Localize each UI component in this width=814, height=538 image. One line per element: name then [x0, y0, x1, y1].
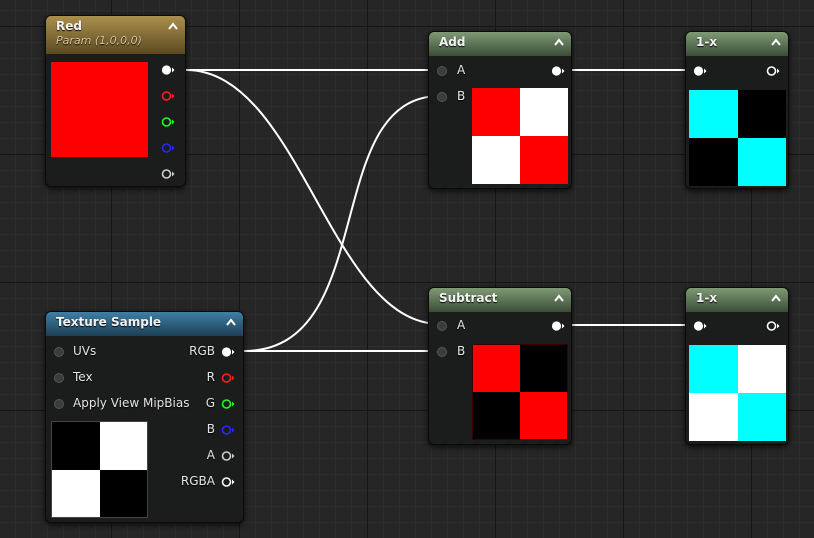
node-header[interactable]: Add: [429, 32, 571, 56]
output-pin-a[interactable]: [221, 450, 235, 462]
node-title: Texture Sample: [56, 315, 162, 329]
node-add[interactable]: Add A B: [428, 31, 572, 189]
input-label-a: A: [457, 318, 466, 332]
input-pin[interactable]: [693, 65, 707, 77]
preview-cell: [473, 345, 520, 392]
one-minus-preview: [689, 90, 786, 186]
chevron-up-icon[interactable]: [224, 315, 238, 329]
preview-cell: [520, 136, 568, 184]
output-pin-b[interactable]: [221, 424, 235, 436]
output-pin-a[interactable]: [161, 168, 175, 180]
add-preview: [472, 88, 568, 184]
node-texture-sample[interactable]: Texture Sample UVs Tex Apply View MipBia…: [45, 311, 244, 523]
preview-cell: [689, 345, 738, 393]
subtract-preview: [472, 344, 568, 440]
preview-cell: [472, 136, 520, 184]
preview-cell: [99, 422, 147, 470]
chevron-up-icon[interactable]: [769, 291, 783, 305]
output-pin-r[interactable]: [221, 372, 235, 384]
input-pin-a[interactable]: [436, 65, 450, 77]
preview-cell: [737, 138, 786, 186]
input-label-b: B: [457, 344, 466, 358]
node-title: Add: [439, 35, 466, 49]
output-label-rgb: RGB: [189, 344, 215, 358]
input-label-apply-view-mipbias: Apply View MipBias: [73, 396, 190, 410]
output-pin-g[interactable]: [221, 398, 235, 410]
chevron-up-icon[interactable]: [552, 291, 566, 305]
node-header[interactable]: Red Param (1,0,0,0): [46, 16, 185, 54]
output-pin[interactable]: [766, 65, 780, 77]
output-label-r: R: [206, 370, 215, 384]
preview-cell: [689, 393, 738, 441]
input-pin-tex[interactable]: [53, 372, 67, 384]
node-red-param[interactable]: Red Param (1,0,0,0): [45, 15, 186, 187]
node-title: 1-x: [696, 291, 718, 305]
preview-cell: [99, 469, 147, 517]
input-pin[interactable]: [693, 320, 707, 332]
one-minus-preview: [689, 345, 786, 441]
output-pin[interactable]: [551, 320, 565, 332]
node-title: Subtract: [439, 291, 498, 305]
wire-texture-to-add-b: [243, 95, 441, 352]
input-pin-b[interactable]: [436, 91, 450, 103]
node-one-minus-bottom[interactable]: 1-x: [685, 287, 789, 445]
node-subtract[interactable]: Subtract A B: [428, 287, 572, 445]
input-label-a: A: [457, 63, 466, 77]
preview-cell: [520, 88, 568, 136]
node-header[interactable]: 1-x: [686, 32, 788, 56]
output-pin-rgb[interactable]: [161, 64, 175, 76]
input-pin-b[interactable]: [436, 346, 450, 358]
preview-cell: [472, 88, 520, 136]
node-one-minus-top[interactable]: 1-x: [685, 31, 789, 189]
input-label-tex: Tex: [73, 370, 93, 384]
input-pin-a[interactable]: [436, 320, 450, 332]
chevron-up-icon[interactable]: [552, 35, 566, 49]
input-label-uvs: UVs: [73, 344, 97, 358]
output-pin-rgba[interactable]: [221, 476, 235, 488]
preview-cell: [737, 393, 786, 441]
output-pin[interactable]: [766, 320, 780, 332]
output-pin-rgb[interactable]: [221, 346, 235, 358]
node-subtitle: Param (1,0,0,0): [56, 34, 142, 47]
node-header[interactable]: Subtract: [429, 288, 571, 312]
texture-preview: [51, 421, 148, 518]
output-pin-b[interactable]: [161, 142, 175, 154]
preview-cell: [473, 392, 520, 439]
chevron-up-icon[interactable]: [769, 35, 783, 49]
output-pin[interactable]: [551, 65, 565, 77]
output-label-b: B: [206, 422, 215, 436]
node-header[interactable]: Texture Sample: [46, 312, 243, 336]
wire-red-to-subtract-a: [185, 69, 441, 325]
node-header[interactable]: 1-x: [686, 288, 788, 312]
input-pin-uvs[interactable]: [53, 346, 67, 358]
preview-cell: [520, 345, 567, 392]
output-label-a: A: [206, 448, 215, 462]
chevron-up-icon[interactable]: [166, 19, 180, 33]
preview-cell: [737, 90, 786, 138]
output-label-rgba: RGBA: [180, 474, 215, 488]
preview-cell: [689, 90, 738, 138]
preview-cell: [52, 469, 100, 517]
node-title: 1-x: [696, 35, 718, 49]
preview-cell: [52, 422, 100, 470]
output-pin-r[interactable]: [161, 90, 175, 102]
preview-cell: [737, 345, 786, 393]
preview-cell: [689, 138, 738, 186]
input-label-b: B: [457, 89, 466, 103]
node-title: Red: [56, 19, 82, 33]
color-preview: [51, 62, 148, 157]
output-pin-g[interactable]: [161, 116, 175, 128]
output-label-g: G: [205, 396, 215, 410]
preview-cell: [520, 392, 567, 439]
input-pin-apply-view-mipbias[interactable]: [53, 398, 67, 410]
